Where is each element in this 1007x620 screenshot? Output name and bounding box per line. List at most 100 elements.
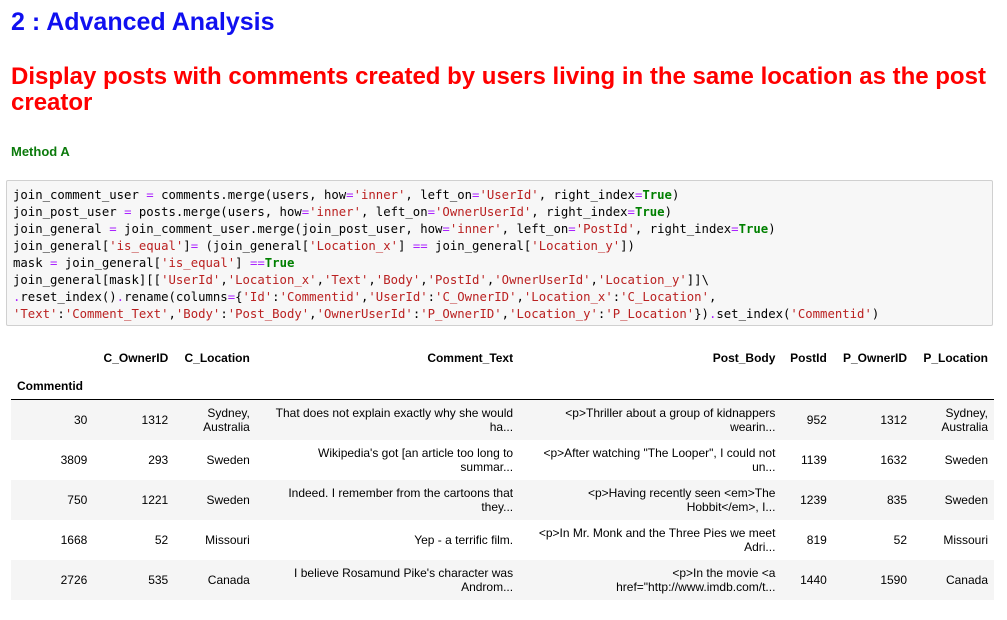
column-header: PostId <box>790 351 827 365</box>
table-cell-p-ownerid: 1312 <box>880 413 908 427</box>
code-token: 'Body' <box>175 307 221 321</box>
index-row-spacer <box>174 373 256 400</box>
code-token: , left_on <box>360 205 428 219</box>
code-token: : <box>220 307 228 321</box>
row-index: 3809 <box>60 453 88 467</box>
table-cell-p-ownerid: 1632 <box>880 453 908 467</box>
index-row-spacer <box>781 373 832 400</box>
table-cell-comment-text: Yep - a terrific film. <box>414 533 514 547</box>
code-line: join_comment_user = comments.merge(users… <box>13 187 992 204</box>
code-token: , right_index <box>538 188 635 202</box>
code-token: ]]\ <box>686 273 709 287</box>
index-header-spacer <box>11 343 93 373</box>
code-token: 'P_Location' <box>605 307 695 321</box>
column-header: Comment_Text <box>427 351 514 365</box>
table-row: 750 1221 Sweden Indeed. I remember from the… <box>11 480 994 520</box>
method-label: Method A <box>11 144 70 159</box>
code-token: join_general[ <box>427 239 532 253</box>
dataframe-table: C_OwnerID C_Location Comment_Text Post_Body… <box>11 343 994 600</box>
table-cell-p-location: Sydney, Australia <box>941 406 988 434</box>
code-token: ) <box>871 307 880 321</box>
table-row: 30 1312 Sydney, Australia That does not exp… <box>11 399 994 440</box>
table-cell-comment-text: Wikipedia's got [an article too long to … <box>318 446 514 474</box>
row-index: 30 <box>73 413 88 427</box>
code-token: = <box>346 188 354 202</box>
page-title: Display posts with comments created by u… <box>11 63 986 116</box>
code-token: = <box>190 239 199 253</box>
code-token: 'P_OwnerID' <box>420 307 502 321</box>
table-cell-c-location: Sydney, Australia <box>203 406 250 434</box>
row-index: 2726 <box>60 573 88 587</box>
code-token: 'is_equal' <box>161 256 236 270</box>
code-token: ) <box>671 188 680 202</box>
code-token: 'inner' <box>309 205 361 219</box>
code-token: posts.merge(users, how <box>131 205 302 219</box>
row-index: 1668 <box>60 533 88 547</box>
index-name: Commentid <box>17 379 83 393</box>
code-line: join_general[mask][['UserId','Location_x… <box>13 272 992 289</box>
code-token: , <box>368 273 376 287</box>
column-header: P_OwnerID <box>843 351 908 365</box>
code-token: , <box>220 273 228 287</box>
table-cell-comment-text: I believe Rosamund Pike's character was … <box>294 566 514 594</box>
code-token: , <box>420 273 428 287</box>
code-token: True <box>642 188 672 202</box>
code-token: 'OwnerUserId' <box>435 205 532 219</box>
code-token: = <box>568 222 576 236</box>
table-cell-comment-text: Indeed. I remember from the cartoons tha… <box>288 486 514 514</box>
column-header: C_Location <box>184 351 250 365</box>
code-cell[interactable]: join_comment_user = comments.merge(users… <box>6 180 993 326</box>
code-token: 'PostId' <box>427 273 487 287</box>
table-cell-postid: 1139 <box>800 453 827 467</box>
code-token: ) <box>664 205 672 219</box>
code-token: 'Post_Body' <box>227 307 310 321</box>
code-token: , left_on <box>501 222 569 236</box>
code-token: 'Commentid' <box>279 290 361 304</box>
index-name-row: Commentid <box>11 373 994 400</box>
table-cell-c-ownerid: 52 <box>154 533 169 547</box>
table-cell-c-location: Sweden <box>206 493 250 507</box>
code-token: 'Location_y' <box>597 273 687 287</box>
code-token: 'Location_x' <box>227 273 317 287</box>
code-token: (join_general[ <box>198 239 310 253</box>
table-cell-post-body: <p>In Mr. Monk and the Three Pies we mee… <box>538 526 776 554</box>
code-line: join_general = join_comment_user.merge(j… <box>13 221 992 238</box>
code-token: , <box>590 273 598 287</box>
table-cell-post-body: <p>Having recently seen <em>The Hobbit</… <box>587 486 776 514</box>
code-token: 'is_equal' <box>109 239 184 253</box>
table-cell-p-location: Canada <box>945 573 988 587</box>
code-token: == <box>249 256 265 270</box>
code-token: , right_index <box>634 222 732 236</box>
code-token: ] <box>398 239 413 253</box>
code-token: = <box>227 290 236 304</box>
code-token: , <box>309 307 317 321</box>
column-header: P_Location <box>923 351 988 365</box>
code-token: True <box>634 205 665 219</box>
table-cell-comment-text: That does not explain exactly why she wo… <box>275 406 514 434</box>
column-header: Post_Body <box>712 351 776 365</box>
table-cell-c-location: Sweden <box>206 453 250 467</box>
code-token: 'Commentid' <box>790 307 872 321</box>
code-token: 'Location_y' <box>509 307 598 321</box>
code-token: join_comment_user.merge(join_post_user, … <box>116 222 443 236</box>
table-cell-p-ownerid: 835 <box>887 493 908 507</box>
code-token: , <box>501 307 510 321</box>
code-token: 'Comment_Text' <box>64 307 169 321</box>
table-cell-postid: 1440 <box>800 573 827 587</box>
index-row-spacer <box>913 373 994 400</box>
table-cell-postid: 952 <box>806 413 827 427</box>
index-row-spacer <box>833 373 913 400</box>
code-token: = <box>109 222 117 236</box>
code-token: 'OwnerUserId' <box>494 273 591 287</box>
code-token: 'C_Location' <box>620 290 709 304</box>
code-token: 'OwnerUserId' <box>316 307 413 321</box>
table-cell-p-location: Sweden <box>944 453 988 467</box>
code-token: comments.merge(users, how <box>153 188 347 202</box>
code-token: : <box>57 307 65 321</box>
table-row: 2726 535 Canada I believe Rosamund Pike's c… <box>11 560 994 600</box>
code-token: join_general <box>13 222 110 236</box>
table-cell-c-location: Canada <box>207 573 250 587</box>
code-token: join_post_user <box>13 205 125 219</box>
code-token: join_general[ <box>57 256 162 270</box>
code-token: 'Location_y' <box>531 239 621 253</box>
